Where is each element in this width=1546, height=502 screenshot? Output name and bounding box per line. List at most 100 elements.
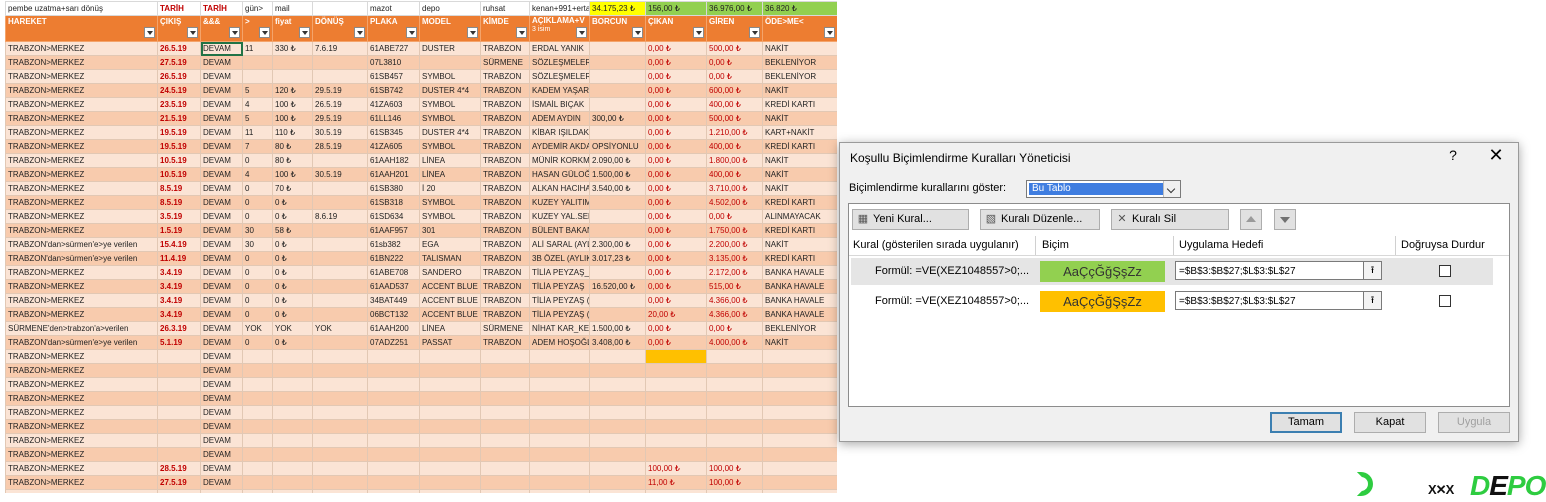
rule-row[interactable]: Formül: =VE(XEZ1048557>0;... AaÇçĞğŞşZz … xyxy=(851,258,1493,285)
table-cell[interactable]: 0 xyxy=(242,251,273,266)
table-cell[interactable]: 61AAH201 xyxy=(367,167,420,182)
table-cell[interactable]: 0 ₺ xyxy=(272,195,313,210)
table-cell[interactable]: 120 ₺ xyxy=(272,83,313,98)
table-cell[interactable]: 0,00 ₺ xyxy=(645,251,707,266)
filter-dropdown-icon[interactable] xyxy=(632,27,643,38)
table-cell[interactable] xyxy=(645,391,707,406)
table-cell[interactable] xyxy=(157,419,201,434)
table-cell[interactable] xyxy=(762,405,837,420)
top-cell[interactable]: 34.175,23 ₺ xyxy=(589,1,646,16)
table-cell[interactable]: NAKİT xyxy=(762,41,837,56)
table-cell[interactable]: 2.090,00 ₺ xyxy=(589,153,646,168)
table-cell[interactable] xyxy=(762,349,837,364)
table-cell[interactable]: 11,00 ₺ xyxy=(645,475,707,490)
table-cell[interactable]: HASAN GÜLOĞLU xyxy=(529,167,590,182)
table-cell[interactable] xyxy=(589,265,646,280)
table-cell[interactable]: TRABZON>MERKEZ xyxy=(5,419,158,434)
table-cell[interactable]: 10.5.19 xyxy=(157,167,201,182)
table-cell[interactable]: TRABZON xyxy=(480,237,530,252)
table-cell[interactable]: TRABZON>MERKEZ xyxy=(5,461,158,476)
table-cell[interactable]: 100,00 ₺ xyxy=(645,461,707,476)
table-cell[interactable]: YOK xyxy=(272,321,313,336)
table-cell[interactable]: 4 xyxy=(242,167,273,182)
table-cell[interactable]: 1.500,00 ₺ xyxy=(589,321,646,336)
table-cell[interactable]: 80 ₺ xyxy=(272,153,313,168)
table-cell[interactable] xyxy=(529,433,590,448)
table-cell[interactable]: DEVAM xyxy=(200,307,243,322)
table-cell[interactable]: DEVAM xyxy=(200,153,243,168)
top-cell[interactable]: TARİH xyxy=(157,1,201,16)
table-cell[interactable]: 11.4.19 xyxy=(157,251,201,266)
table-cell[interactable] xyxy=(762,377,837,392)
table-cell[interactable] xyxy=(242,475,273,490)
table-cell[interactable] xyxy=(272,69,313,84)
table-cell[interactable] xyxy=(367,377,420,392)
table-cell[interactable] xyxy=(367,489,420,493)
table-cell[interactable] xyxy=(367,475,420,490)
table-cell[interactable]: 26.5.19 xyxy=(157,489,201,493)
table-cell[interactable]: 400,00 ₺ xyxy=(706,139,763,154)
table-cell[interactable]: 500,00 ₺ xyxy=(706,111,763,126)
table-cell[interactable]: TRABZON>MERKEZ xyxy=(5,391,158,406)
table-cell[interactable]: YOK xyxy=(242,321,273,336)
table-cell[interactable] xyxy=(312,153,368,168)
table-cell[interactable] xyxy=(419,433,481,448)
table-cell[interactable]: SÖZLEŞMELERİ MURAT TUTUYOR xyxy=(529,69,590,84)
table-cell[interactable]: 100,00 ₺ xyxy=(706,475,763,490)
table-cell[interactable] xyxy=(312,279,368,294)
table-cell[interactable] xyxy=(529,405,590,420)
table-cell[interactable]: DEVAM xyxy=(200,489,243,493)
move-up-button[interactable] xyxy=(1240,209,1262,230)
table-cell[interactable]: İSMAİL BIÇAK xyxy=(529,97,590,112)
table-cell[interactable]: DEVAM xyxy=(200,419,243,434)
table-cell[interactable] xyxy=(762,433,837,448)
table-cell[interactable] xyxy=(367,461,420,476)
table-cell[interactable] xyxy=(589,475,646,490)
table-cell[interactable]: 0,00 ₺ xyxy=(645,167,707,182)
table-cell[interactable] xyxy=(762,391,837,406)
table-cell[interactable]: ACCENT BLUE xyxy=(419,279,481,294)
table-cell[interactable]: 5.1.19 xyxy=(157,335,201,350)
table-cell[interactable]: 61ABE708 xyxy=(367,265,420,280)
column-header[interactable]: AÇIKLAMA+V 3 isim xyxy=(529,15,590,42)
table-cell[interactable]: 0 ₺ xyxy=(272,335,313,350)
table-cell[interactable]: TRABZON>MERKEZ xyxy=(5,475,158,490)
table-cell[interactable]: KREDİ KARTI xyxy=(762,223,837,238)
table-cell[interactable] xyxy=(242,391,273,406)
table-cell[interactable]: 28.5.19 xyxy=(157,461,201,476)
table-cell[interactable]: 301 xyxy=(419,223,481,238)
table-cell[interactable] xyxy=(272,475,313,490)
table-cell[interactable] xyxy=(272,433,313,448)
table-cell[interactable]: 11 xyxy=(242,41,273,56)
table-cell[interactable]: 8.6.19 xyxy=(312,209,368,224)
column-header[interactable]: fiyat xyxy=(272,15,313,42)
table-cell[interactable]: 2.300,00 ₺ xyxy=(589,237,646,252)
table-cell[interactable]: DEVAM xyxy=(200,69,243,84)
table-cell[interactable] xyxy=(242,363,273,378)
top-cell[interactable]: 156,00 ₺ xyxy=(645,1,707,16)
table-cell[interactable] xyxy=(367,349,420,364)
table-cell[interactable]: ACCENT BLUE xyxy=(419,307,481,322)
table-cell[interactable] xyxy=(480,433,530,448)
table-cell[interactable]: DEVAM xyxy=(200,391,243,406)
table-cell[interactable]: 0 xyxy=(242,209,273,224)
table-cell[interactable]: TRABZON>MERKEZ xyxy=(5,181,158,196)
table-cell[interactable]: DEVAM xyxy=(200,447,243,462)
table-cell[interactable]: 0,00 ₺ xyxy=(706,321,763,336)
rule-row[interactable]: Formül: =VE(XEZ1048557>0;... AaÇçĞğŞşZz … xyxy=(851,288,1493,315)
table-cell[interactable]: 24.5.19 xyxy=(157,83,201,98)
delete-rule-button[interactable]: ✕ Kuralı Sil xyxy=(1111,209,1229,230)
table-cell[interactable]: TRABZON>MERKEZ xyxy=(5,489,158,493)
table-cell[interactable] xyxy=(312,447,368,462)
table-cell[interactable]: TRABZON>MERKEZ xyxy=(5,111,158,126)
table-cell[interactable]: TRABZON xyxy=(480,209,530,224)
table-cell[interactable] xyxy=(529,377,590,392)
table-cell[interactable]: 0,00 ₺ xyxy=(645,97,707,112)
table-cell[interactable]: 07L3810 xyxy=(367,55,420,70)
table-cell[interactable] xyxy=(312,195,368,210)
table-cell[interactable]: DEVAM xyxy=(200,111,243,126)
table-cell[interactable]: SÜRMENE'den>trabzon'a>verilen xyxy=(5,321,158,336)
table-cell[interactable] xyxy=(589,69,646,84)
table-cell[interactable]: 61AAH182 xyxy=(367,153,420,168)
table-cell[interactable]: 400,00 ₺ xyxy=(706,97,763,112)
